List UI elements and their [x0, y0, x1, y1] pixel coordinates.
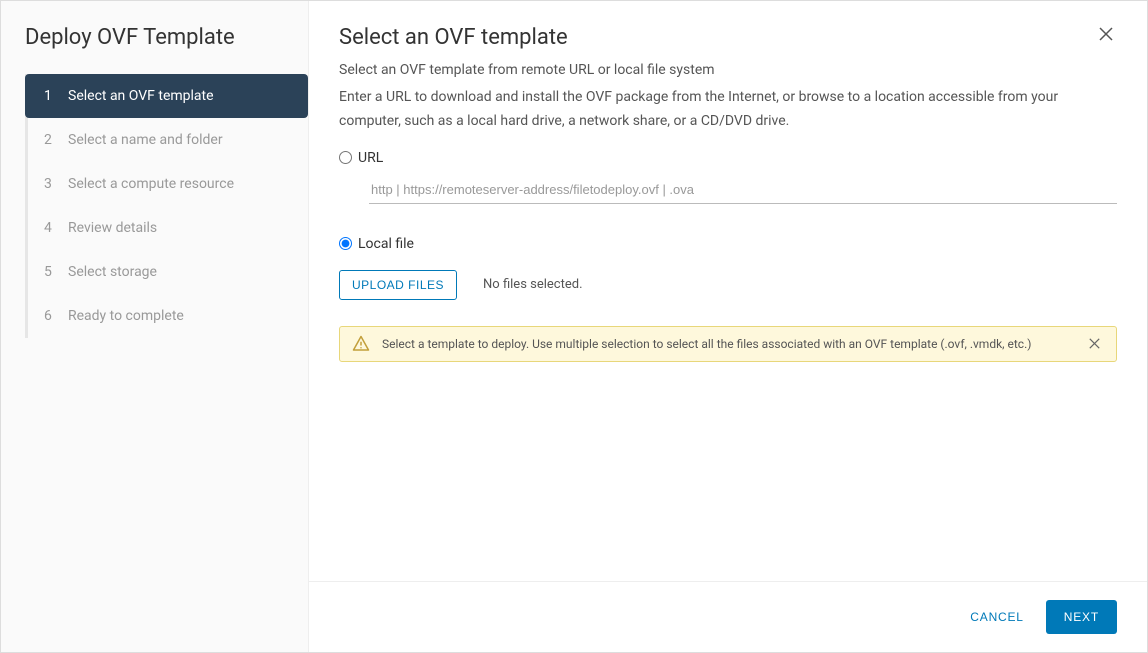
next-button[interactable]: NEXT: [1046, 600, 1117, 634]
step-number: 4: [44, 220, 56, 236]
step-label: Select a name and folder: [68, 132, 223, 148]
step-select-name-folder: 2 Select a name and folder: [28, 118, 308, 162]
wizard-steps: 1 Select an OVF template 2 Select a name…: [25, 74, 308, 338]
deploy-ovf-wizard: Deploy OVF Template 1 Select an OVF temp…: [0, 0, 1148, 653]
step-number: 2: [44, 132, 56, 148]
no-files-text: No files selected.: [483, 277, 582, 292]
upload-row: UPLOAD FILES No files selected.: [339, 270, 1117, 300]
url-label: URL: [358, 150, 383, 166]
wizard-footer: CANCEL NEXT: [309, 581, 1147, 652]
step-select-compute-resource: 3 Select a compute resource: [28, 162, 308, 206]
step-label: Select a compute resource: [68, 176, 234, 192]
step-number: 6: [44, 308, 56, 324]
url-radio-row[interactable]: URL: [339, 150, 1117, 166]
local-file-radio-row[interactable]: Local file: [339, 236, 1117, 252]
url-input[interactable]: [369, 176, 1117, 204]
step-label: Review details: [68, 220, 157, 236]
close-button[interactable]: [1095, 25, 1117, 46]
step-label: Ready to complete: [68, 308, 184, 324]
warning-icon: [352, 335, 370, 353]
step-number: 1: [44, 88, 56, 104]
wizard-main: Select an OVF template Select an OVF tem…: [309, 1, 1147, 652]
notice-text: Select a template to deploy. Use multipl…: [382, 337, 1073, 351]
step-number: 5: [44, 264, 56, 280]
wizard-title: Deploy OVF Template: [1, 25, 308, 74]
step-number: 3: [44, 176, 56, 192]
subtitle: Select an OVF template from remote URL o…: [339, 62, 1117, 78]
close-icon: [1089, 336, 1100, 352]
warning-notice: Select a template to deploy. Use multipl…: [339, 326, 1117, 362]
step-select-ovf-template[interactable]: 1 Select an OVF template: [25, 74, 308, 118]
main-content: Select an OVF template from remote URL o…: [309, 54, 1147, 581]
step-ready-to-complete: 6 Ready to complete: [28, 294, 308, 338]
upload-files-button[interactable]: UPLOAD FILES: [339, 270, 457, 300]
step-label: Select storage: [68, 264, 157, 280]
local-file-radio[interactable]: [339, 237, 352, 250]
page-title: Select an OVF template: [339, 25, 568, 50]
description: Enter a URL to download and install the …: [339, 86, 1117, 134]
main-header: Select an OVF template: [309, 1, 1147, 54]
close-icon: [1099, 25, 1113, 45]
notice-close-button[interactable]: [1085, 336, 1104, 352]
step-label: Select an OVF template: [68, 88, 214, 104]
url-radio[interactable]: [339, 151, 352, 164]
step-select-storage: 5 Select storage: [28, 250, 308, 294]
step-review-details: 4 Review details: [28, 206, 308, 250]
wizard-sidebar: Deploy OVF Template 1 Select an OVF temp…: [1, 1, 309, 652]
local-file-label: Local file: [358, 236, 414, 252]
cancel-button[interactable]: CANCEL: [966, 602, 1027, 632]
